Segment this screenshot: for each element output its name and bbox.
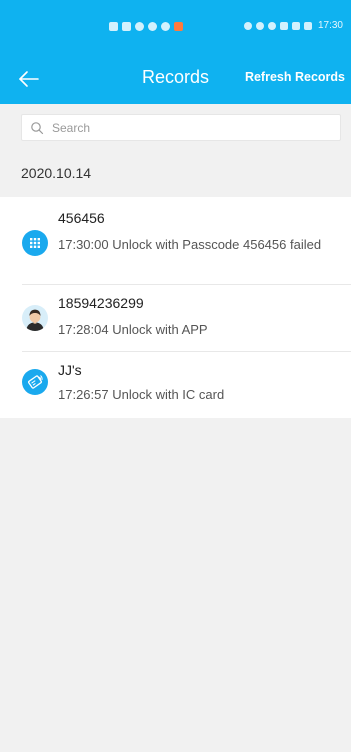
record-item[interactable]: 18594236299 17:28:04 Unlock with APP <box>0 285 351 351</box>
search-bar[interactable] <box>21 114 341 141</box>
app-icon <box>161 22 170 31</box>
status-time: 17:30 <box>317 20 343 31</box>
status-system-icons: 17:30 <box>243 20 343 31</box>
record-detail: 17:30:00 Unlock with Passcode 456456 fai… <box>58 237 322 252</box>
wifi-icon <box>135 22 144 31</box>
message-icon <box>109 22 118 31</box>
passcode-keypad-icon <box>22 230 48 256</box>
status-bar: 17:30 <box>0 0 351 48</box>
record-name: JJ's <box>58 362 82 378</box>
search-input[interactable] <box>52 115 332 140</box>
location-icon <box>243 21 252 30</box>
record-detail: 17:28:04 Unlock with APP <box>58 322 208 337</box>
record-item[interactable]: 456456 17:30:00 Unlock with Passcode 456… <box>0 197 351 284</box>
header: 17:30 Records Refresh Records <box>0 0 351 104</box>
record-name: 456456 <box>58 210 105 226</box>
date-group-header: 2020.10.14 <box>21 165 92 181</box>
record-name: 18594236299 <box>58 295 144 311</box>
alarm-icon <box>267 21 276 30</box>
eye-icon <box>255 21 264 30</box>
search-icon <box>31 122 44 135</box>
record-item[interactable]: JJ's 17:26:57 Unlock with IC card <box>0 352 351 418</box>
sync-icon <box>148 22 157 31</box>
refresh-records-button[interactable]: Refresh Records <box>245 70 345 84</box>
signal-icon <box>122 22 131 31</box>
user-avatar <box>22 305 48 331</box>
record-detail: 17:26:57 Unlock with IC card <box>58 387 225 402</box>
app-bar: Records Refresh Records <box>0 58 351 98</box>
bluetooth-icon <box>279 21 288 30</box>
battery-icon <box>303 21 312 30</box>
status-notification-icons <box>109 22 183 31</box>
ic-card-icon <box>22 369 48 395</box>
records-list: 456456 17:30:00 Unlock with Passcode 456… <box>0 197 351 418</box>
notification-icon <box>174 22 183 31</box>
mute-icon <box>291 21 300 30</box>
